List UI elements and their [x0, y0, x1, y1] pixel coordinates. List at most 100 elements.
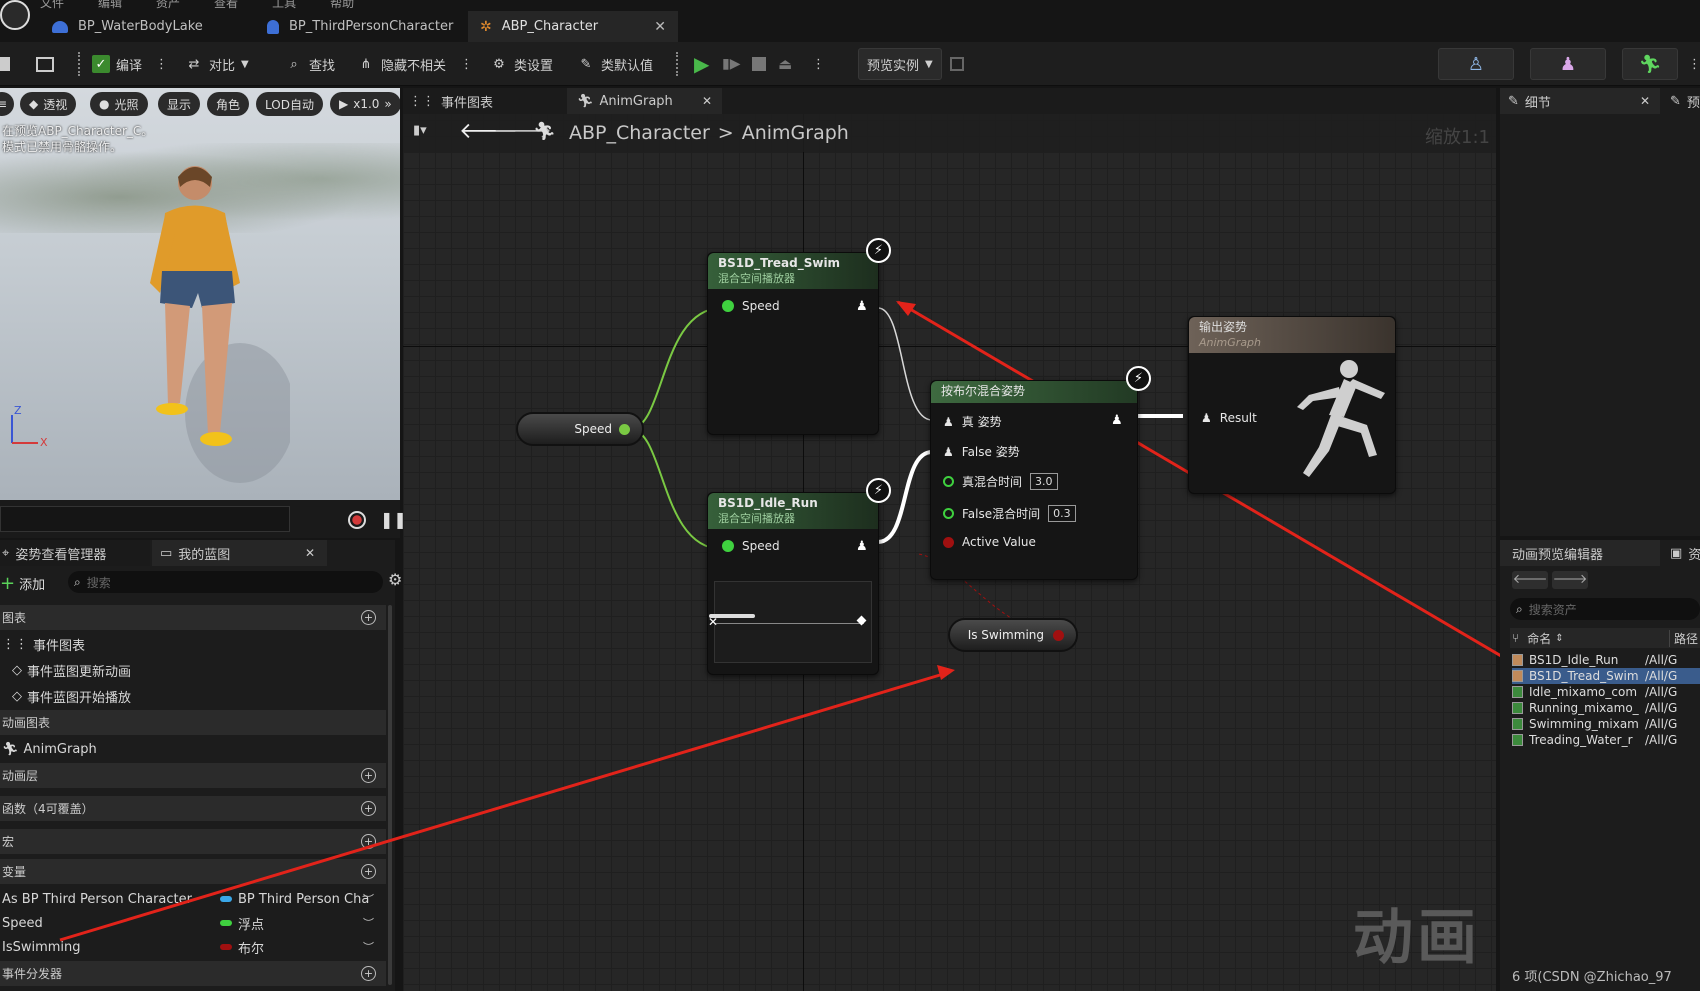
viewport-menu-button[interactable]: ≡	[0, 92, 14, 116]
tab-details[interactable]: ✎ 细节 ✕	[1500, 88, 1660, 114]
class-settings-button[interactable]: ⚙ 类设置	[490, 48, 553, 80]
playback-speed-button[interactable]: ▶ x1.0 »	[330, 92, 400, 116]
speed-getter-node[interactable]: Speed	[516, 412, 644, 446]
false-blend-time-pin[interactable]: False混合时间 0.3	[943, 505, 1076, 522]
section-variables[interactable]: 变量 +	[0, 859, 386, 884]
false-blend-time-input[interactable]: 0.3	[1048, 505, 1076, 522]
tab-abp-character[interactable]: ✲ ABP_Character ✕	[468, 11, 678, 42]
record-button[interactable]	[348, 511, 366, 529]
step-button[interactable]: ▮▶	[722, 48, 740, 80]
section-graphs[interactable]: 图表 +	[0, 605, 386, 630]
settings-button[interactable]: ⚙	[388, 570, 402, 589]
compile-button[interactable]: ✓ 编译	[92, 48, 142, 80]
play-options-button[interactable]: ⋮	[812, 48, 825, 80]
pose-output-pin-icon[interactable]: ♟	[856, 299, 868, 314]
bool-pin-icon[interactable]	[1053, 630, 1064, 641]
mesh-mode-button[interactable]: ♟	[1530, 48, 1606, 80]
true-blend-time-input[interactable]: 3.0	[1030, 473, 1058, 490]
tree-item-event-graph[interactable]: ⋮⋮ 事件图表	[0, 631, 386, 657]
lighting-button[interactable]: ● 光照	[90, 92, 148, 116]
true-pose-pin[interactable]: ♟ 真 姿势	[943, 413, 1002, 430]
add-graph-button[interactable]: +	[361, 610, 376, 625]
variable-type[interactable]: BP Third Person Cha	[220, 892, 369, 907]
false-pose-pin[interactable]: ♟ False 姿势	[943, 443, 1020, 460]
mode-options-button[interactable]: ⋮	[1688, 48, 1700, 80]
browse-button[interactable]	[36, 48, 54, 80]
add-variable-button[interactable]: +	[361, 864, 376, 879]
menu-file[interactable]: 文件	[40, 0, 64, 11]
animation-mode-button[interactable]: 🏃︎	[1622, 48, 1678, 80]
tab-bp-thirdpersoncharacter[interactable]: BP_ThirdPersonCharacter	[255, 11, 465, 42]
unreal-logo-icon[interactable]	[0, 0, 30, 30]
skeleton-mode-button[interactable]: ♙	[1438, 48, 1514, 80]
section-functions[interactable]: 函数（4可覆盖） +	[0, 796, 386, 821]
search-input[interactable]: ⌕ 搜索	[68, 571, 383, 593]
asset-row[interactable]: Treading_Water_r /All/G	[1512, 732, 1700, 748]
hide-unrelated-button[interactable]: ⋔ 隐藏不相关	[357, 48, 446, 80]
save-button[interactable]	[0, 48, 10, 80]
variable-type[interactable]: 浮点	[220, 914, 264, 933]
variable-row[interactable]: IsSwimming 布尔 ︶	[0, 934, 386, 960]
close-icon[interactable]: ✕	[1640, 94, 1650, 108]
true-blend-time-pin[interactable]: 真混合时间 3.0	[943, 473, 1058, 490]
tree-item-animgraph[interactable]: 🏃︎ AnimGraph	[0, 736, 386, 762]
add-anim-layer-button[interactable]: +	[361, 768, 376, 783]
asset-row-selected[interactable]: BS1D_Tread_Swim /All/G	[1512, 668, 1700, 684]
asset-row[interactable]: Swimming_mixamo /All/G	[1512, 716, 1700, 732]
add-button[interactable]: + 添加	[0, 571, 45, 595]
preview-instance-dropdown[interactable]: 预览实例 ▼	[858, 48, 942, 80]
section-anim-graphs[interactable]: 动画图表	[0, 710, 386, 735]
result-pin[interactable]: ♟ Result	[1201, 411, 1257, 425]
stop-button[interactable]	[752, 48, 766, 80]
variable-row[interactable]: As BP Third Person Character BP Third Pe…	[0, 886, 386, 912]
debug-filter-button[interactable]	[950, 48, 964, 80]
column-name[interactable]: 命名	[1527, 630, 1551, 647]
tab-pose-watch[interactable]: ⌖ 姿势查看管理器	[0, 540, 150, 566]
compile-options-button[interactable]: ⋮	[155, 48, 168, 80]
tab-anim-preview-editor[interactable]: 动画预览编辑器	[1500, 540, 1660, 566]
close-icon[interactable]: ✕	[702, 94, 712, 108]
play-button[interactable]: ▶	[694, 48, 709, 80]
variable-type[interactable]: 布尔	[220, 938, 264, 957]
output-pose-node[interactable]: 输出姿势 AnimGraph ♟ Result	[1188, 316, 1396, 494]
speed-input-pin[interactable]: Speed	[722, 539, 780, 553]
tree-item-begin-play[interactable]: ◇ 事件蓝图开始播放	[0, 683, 386, 709]
menu-asset[interactable]: 资产	[156, 0, 180, 11]
asset-search-input[interactable]: ⌕ 搜索资产	[1510, 598, 1700, 620]
variable-row[interactable]: Speed 浮点 ︶	[0, 910, 386, 936]
section-anim-layers[interactable]: 动画层 +	[0, 763, 386, 788]
chevron-down-icon[interactable]: ︶	[363, 939, 374, 955]
hide-options-button[interactable]: ⋮	[460, 48, 473, 80]
tab-bp-waterbodylake[interactable]: BP_WaterBodyLake	[40, 11, 215, 42]
blend-by-bool-node[interactable]: 按布尔混合姿势 ♟ 真 姿势 ♟ ♟ False 姿势 真混合时间 3.0 Fa…	[930, 380, 1138, 580]
speed-input-pin[interactable]: Speed	[722, 299, 780, 313]
sort-icon[interactable]: ⇕	[1555, 633, 1563, 644]
isswimming-getter-node[interactable]: Is Swimming	[948, 618, 1078, 652]
section-event-dispatchers[interactable]: 事件分发器 +	[0, 961, 386, 986]
menu-view[interactable]: 查看	[214, 0, 238, 11]
character-button[interactable]: 角色	[207, 92, 250, 116]
breadcrumb-leaf[interactable]: AnimGraph	[742, 122, 849, 144]
tree-item-update-animation[interactable]: ◇ 事件蓝图更新动画	[0, 657, 386, 683]
chevron-down-icon[interactable]: ︶	[363, 891, 374, 907]
find-button[interactable]: ⌕ 查找	[285, 48, 335, 80]
breadcrumb-root[interactable]: ABP_Character	[569, 122, 710, 144]
blendspace-node-tread-swim[interactable]: BS1D_Tread_Swim 混合空间播放器 Speed ♟	[707, 252, 879, 435]
tab-preview[interactable]: ✎ 预	[1664, 88, 1700, 114]
add-function-button[interactable]: +	[361, 801, 376, 816]
pose-output-pin-icon[interactable]: ♟	[1111, 413, 1123, 428]
preview-viewport[interactable]: ≡ ◆ 透视 ● 光照 显示 角色 LOD自动 ▶ x1.0 » 在预览ABP_Char…	[0, 88, 400, 500]
eject-button[interactable]: ⏏	[778, 48, 792, 80]
nav-back-button[interactable]: 🡐	[1512, 571, 1548, 589]
filter-icon[interactable]: ⑂	[1512, 631, 1519, 645]
show-button[interactable]: 显示	[158, 92, 201, 116]
panel-scrollbar[interactable]	[388, 605, 392, 985]
close-icon[interactable]: ✕	[305, 546, 315, 560]
diff-button[interactable]: ⇄ 对比 ▼	[185, 48, 249, 80]
add-macro-button[interactable]: +	[361, 834, 376, 849]
menu-help[interactable]: 帮助	[330, 0, 354, 11]
asset-row[interactable]: Running_mixamo_ /All/G	[1512, 700, 1700, 716]
menu-edit[interactable]: 编辑	[98, 0, 122, 11]
column-path[interactable]: 路径	[1668, 629, 1698, 647]
bookmark-icon[interactable]: ▮▾	[413, 123, 427, 138]
